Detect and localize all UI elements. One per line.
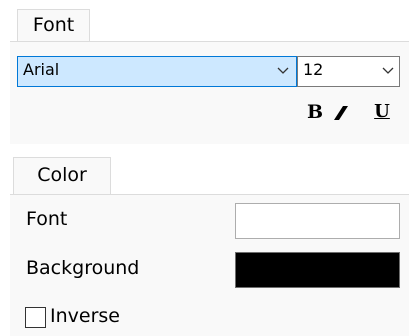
inverse-checkbox[interactable] (25, 307, 46, 328)
chevron-down-icon (382, 67, 394, 74)
tab-font[interactable]: Font (17, 9, 90, 42)
font-color-label: Font (26, 208, 68, 230)
background-color-label: Background (26, 257, 140, 279)
tab-color[interactable]: Color (13, 157, 111, 195)
chevron-down-icon (277, 67, 289, 74)
inverse-label[interactable]: Inverse (50, 307, 120, 326)
bold-button[interactable]: B (304, 99, 326, 125)
font-family-value: Arial (23, 60, 60, 79)
italic-icon (334, 106, 348, 120)
font-size-select[interactable]: 12 (297, 56, 400, 87)
background-color-swatch[interactable] (235, 252, 400, 288)
font-color-swatch[interactable] (235, 203, 400, 239)
font-size-value: 12 (303, 60, 324, 79)
font-family-select[interactable]: Arial (17, 56, 297, 87)
underline-button[interactable]: U (371, 99, 393, 125)
italic-button[interactable] (328, 99, 354, 125)
